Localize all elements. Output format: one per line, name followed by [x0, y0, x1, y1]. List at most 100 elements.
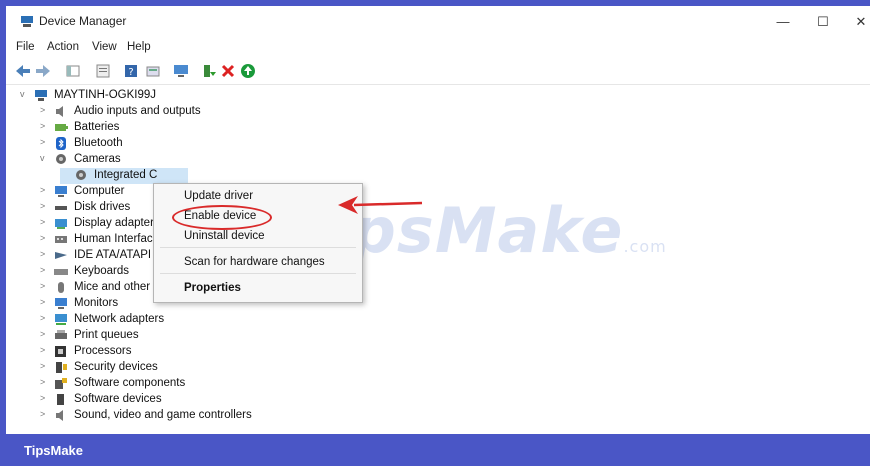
expand-chevron-icon[interactable]: > [40, 185, 50, 195]
highlight-circle [172, 205, 272, 230]
toolbar: ? [6, 62, 870, 85]
tree-item[interactable]: > Sound, video and game controllers [40, 408, 440, 424]
expand-chevron-icon[interactable]: > [40, 201, 50, 211]
tree-item[interactable]: > Processors [40, 344, 440, 360]
camera-icon [76, 170, 86, 180]
tree-item[interactable]: > Audio inputs and outputs [40, 104, 440, 120]
update-driver-menu-item[interactable]: Update driver [184, 190, 253, 202]
menu-help[interactable]: Help [127, 41, 151, 53]
mouse-icon [58, 282, 64, 293]
expand-chevron-icon[interactable]: > [40, 265, 50, 275]
tree-item-label: Processors [74, 345, 132, 357]
tree-item[interactable]: > Software devices [40, 392, 440, 408]
tree-item[interactable]: > Security devices [40, 360, 440, 376]
menu-file[interactable]: File [16, 41, 35, 53]
update-driver-icon[interactable] [200, 62, 218, 80]
expand-chevron-icon[interactable]: > [40, 409, 50, 419]
processor-icon [55, 346, 66, 357]
tree-root[interactable]: v MAYTINH-OGKI99J [20, 88, 320, 104]
software-components-icon [55, 378, 67, 389]
monitor-icon [55, 298, 67, 309]
minimize-button[interactable]: — [768, 12, 798, 32]
maximize-button[interactable]: ☐ [808, 12, 838, 32]
tree-item[interactable]: > Software components [40, 376, 440, 392]
network-icon [55, 314, 67, 325]
expand-chevron-icon[interactable]: > [40, 137, 50, 147]
expand-chevron-icon[interactable]: > [40, 361, 50, 371]
expand-chevron-icon[interactable]: > [40, 105, 50, 115]
menu-separator [160, 247, 356, 248]
svg-text:?: ? [128, 67, 133, 78]
help-icon[interactable]: ? [122, 62, 140, 80]
root-label: MAYTINH-OGKI99J [54, 89, 157, 101]
enable-device-icon[interactable] [239, 62, 257, 80]
disk-icon [55, 206, 67, 210]
annotation-arrow-icon [338, 196, 423, 214]
tree-item-label: Mice and other p [74, 281, 160, 293]
menu-action[interactable]: Action [47, 41, 79, 53]
bluetooth-icon [56, 137, 66, 150]
expand-chevron-icon[interactable]: > [40, 313, 50, 323]
tree-item-label: Display adapters [74, 217, 160, 229]
tree-item-label: Security devices [74, 361, 158, 373]
expand-chevron-icon[interactable]: > [40, 281, 50, 291]
expand-chevron-icon[interactable]: > [40, 121, 50, 131]
close-button[interactable]: ✕ [846, 12, 870, 32]
tree-item-label: Batteries [74, 121, 120, 133]
expand-chevron-icon[interactable]: > [40, 297, 50, 307]
security-icon [56, 362, 67, 373]
tree-item[interactable]: v Cameras [40, 152, 440, 168]
menu-separator [160, 273, 356, 274]
expand-chevron-icon[interactable]: > [40, 217, 50, 227]
menu-view[interactable]: View [92, 41, 117, 53]
uninstall-x-icon[interactable] [219, 62, 237, 80]
watermark-suffix: .com [623, 237, 667, 256]
forward-arrow-icon[interactable] [34, 62, 52, 80]
speaker-icon [56, 410, 63, 421]
tree-item-label: Disk drives [74, 201, 131, 213]
tree-item[interactable]: > Network adapters [40, 312, 440, 328]
tree-item[interactable]: > Print queues [40, 328, 440, 344]
ide-icon [55, 252, 67, 259]
tree-item-label: Print queues [74, 329, 139, 341]
properties-menu-item[interactable]: Properties [184, 282, 241, 294]
device-manager-window: Device Manager — ☐ ✕ File Action View He… [6, 6, 870, 434]
expand-chevron-icon[interactable]: > [40, 233, 50, 243]
tree-item-label: Human Interface [74, 233, 160, 245]
properties-icon[interactable] [94, 62, 112, 80]
tree-item-label: Monitors [74, 297, 119, 309]
tree-item-label: Computer [74, 185, 125, 197]
computer-icon [35, 90, 47, 101]
back-arrow-icon[interactable] [14, 62, 32, 80]
software-devices-icon [57, 394, 64, 405]
scan-hardware-menu-item[interactable]: Scan for hardware changes [184, 256, 325, 268]
footer-band: TipsMake [0, 434, 870, 466]
tree-item-label: Network adapters [74, 313, 165, 325]
menu-bar: File Action View Help [6, 41, 870, 59]
tree-item-label: Software devices [74, 393, 162, 405]
expand-chevron-icon[interactable]: > [40, 393, 50, 403]
uninstall-device-menu-item[interactable]: Uninstall device [184, 230, 265, 242]
device-manager-icon [21, 16, 33, 27]
tree-item-label: Audio inputs and outputs [74, 105, 201, 117]
scan-hardware-icon[interactable] [172, 62, 190, 80]
device-view-icon[interactable] [144, 62, 162, 80]
tree-item[interactable]: > Bluetooth [40, 136, 440, 152]
expand-chevron-icon[interactable]: > [40, 377, 50, 387]
tree-item-label: Software components [74, 377, 186, 389]
tree-item[interactable]: > Batteries [40, 120, 440, 136]
show-hide-tree-icon[interactable] [64, 62, 82, 80]
tree-item-label: Sound, video and game controllers [74, 409, 252, 421]
hid-icon [55, 236, 67, 243]
tree-item-label: Bluetooth [74, 137, 123, 149]
tree-item-selected[interactable]: Integrated C [60, 168, 188, 184]
tree-item-label: Integrated C [94, 169, 158, 181]
expand-chevron-icon[interactable]: > [40, 329, 50, 339]
expand-chevron-icon[interactable]: > [40, 249, 50, 259]
expand-chevron-icon[interactable]: > [40, 345, 50, 355]
collapse-chevron-icon[interactable]: v [20, 89, 30, 99]
camera-icon [56, 154, 66, 164]
collapse-chevron-icon[interactable]: v [40, 153, 50, 163]
title-bar: Device Manager — ☐ ✕ [6, 6, 870, 36]
display-adapter-icon [55, 219, 67, 229]
